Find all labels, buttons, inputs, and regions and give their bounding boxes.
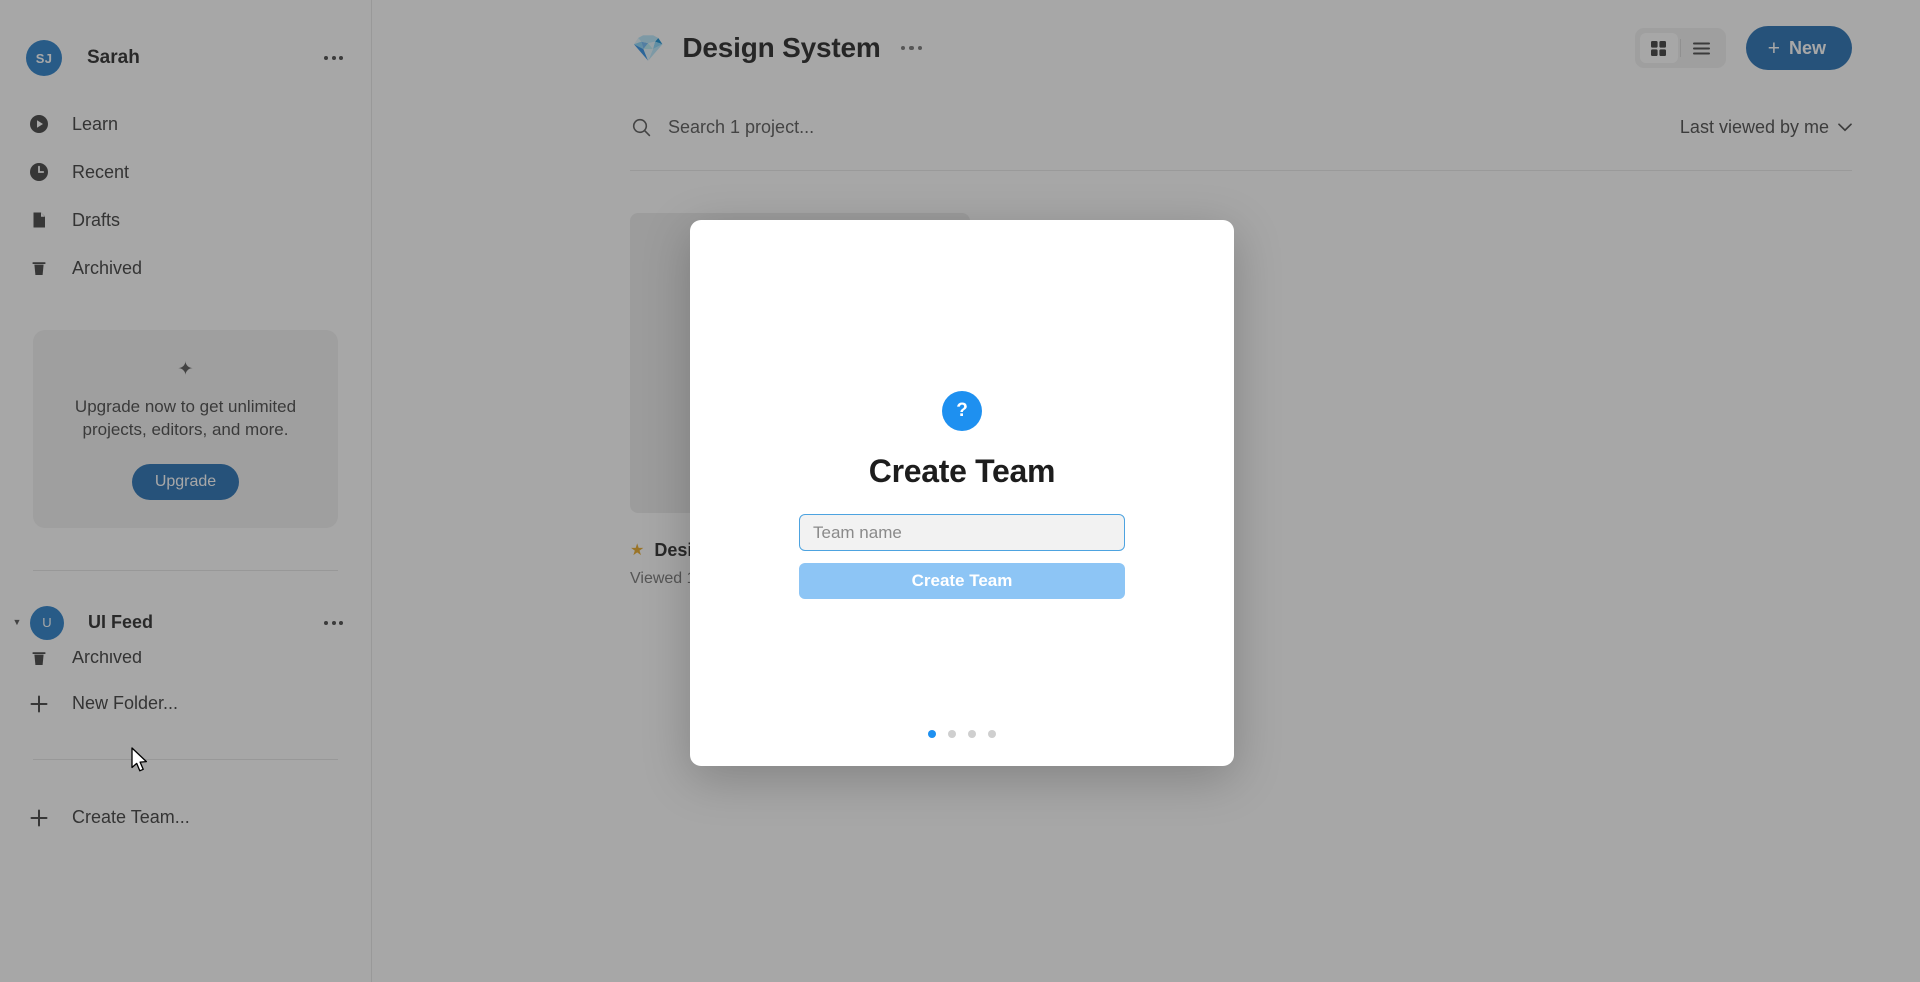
step-dot-2[interactable] [948,730,956,738]
app-root: SJ Sarah Learn Recent Drafts Archived ✦ … [0,0,1920,982]
create-team-modal: ? Create Team Create Team [690,220,1234,766]
step-dot-1[interactable] [928,730,936,738]
create-team-submit-button[interactable]: Create Team [799,563,1125,599]
step-dot-3[interactable] [968,730,976,738]
step-dot-4[interactable] [988,730,996,738]
onboarding-step-dots [928,730,996,738]
modal-title: Create Team [868,453,1056,489]
team-name-input[interactable] [799,514,1125,551]
question-mark-icon: ? [942,391,982,431]
